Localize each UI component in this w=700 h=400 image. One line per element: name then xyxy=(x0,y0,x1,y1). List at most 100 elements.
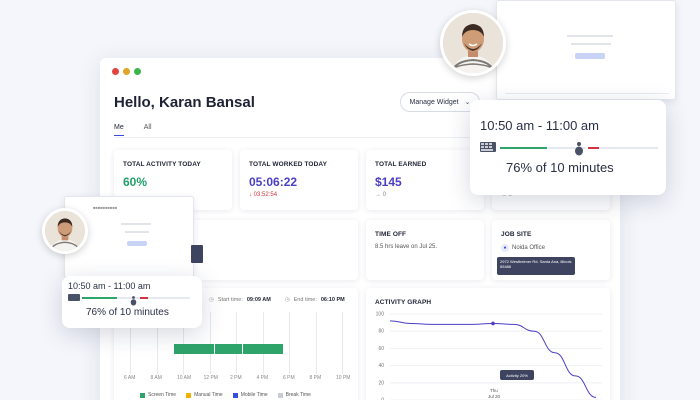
preview-side-tooltip xyxy=(191,245,203,263)
activity-value: 60% xyxy=(123,175,148,189)
start-time-value: 09:09 AM xyxy=(246,297,271,303)
legend-item: Mobile Time xyxy=(232,391,268,399)
time-off-card: TIME OFF 8.5 hrs leave on Jul 25. xyxy=(366,220,484,280)
avatar[interactable] xyxy=(42,208,88,254)
view-tabs: Me All xyxy=(114,124,152,136)
popup-activity-text: 76% of 10 minutes xyxy=(506,160,614,175)
mouse-progress-track xyxy=(140,297,190,299)
start-time-label: Start time: xyxy=(217,297,243,303)
time-off-text: 8.5 hrs leave on Jul 25. xyxy=(375,244,438,250)
close-dot[interactable] xyxy=(112,68,119,75)
tab-me[interactable]: Me xyxy=(114,124,124,136)
job-site-office-name: Noida Office xyxy=(512,245,545,251)
activity-y-tick: 60 xyxy=(378,346,384,352)
timeline-gridline xyxy=(342,312,343,374)
earned-label: TOTAL EARNED xyxy=(375,161,427,168)
timeline-gridline xyxy=(262,312,264,374)
timeline-header: ◷ Start time: 09:09 AM ◷ End time: 06:10… xyxy=(209,297,345,303)
legend-item: Screen Time xyxy=(140,391,176,399)
activity-y-tick: 20 xyxy=(378,380,384,386)
activity-y-tick: 100 xyxy=(376,312,385,318)
avatar[interactable] xyxy=(440,10,506,76)
manage-widget-button[interactable]: Manage Widget ⌄ xyxy=(400,92,480,112)
left-activity-popup: 10:50 am - 11:00 am 76% of 10 minutes xyxy=(62,276,202,328)
timeline-tick: 10 PM xyxy=(336,375,351,381)
worked-delta-value: 03:52:54 xyxy=(253,192,278,198)
job-site-card: JOB SITE ● Noida Office 2972 Westheimer … xyxy=(492,220,610,280)
popup-activity-text: 76% of 10 minutes xyxy=(86,307,169,318)
activity-label: TOTAL ACTIVITY TODAY xyxy=(123,161,201,168)
maximize-dot[interactable] xyxy=(134,68,141,75)
activity-y-tick: 40 xyxy=(378,363,384,369)
popup-time-range: 10:50 am - 11:00 am xyxy=(68,281,151,291)
earned-delta: → 0 xyxy=(375,192,386,198)
right-screenshot-preview[interactable] xyxy=(496,0,676,100)
legend-label: Manual Time xyxy=(194,392,223,398)
activity-y-tick: 80 xyxy=(378,329,384,335)
timeline-tick: 6 AM xyxy=(124,375,136,381)
legend-swatch xyxy=(186,392,192,398)
timeline-gridline xyxy=(289,312,290,374)
legend-item: Break Time xyxy=(277,391,311,399)
legend-label: Break Time xyxy=(285,392,311,398)
job-site-label: JOB SITE xyxy=(501,231,532,238)
timeline-gridline xyxy=(315,312,317,374)
time-off-label: TIME OFF xyxy=(375,231,407,238)
keyboard-progress-fill xyxy=(82,297,118,299)
mouse-progress-fill xyxy=(140,297,148,299)
legend-label: Screen Time xyxy=(148,392,177,398)
earned-card: TOTAL EARNED $145 → 0 xyxy=(366,150,484,210)
keyboard-progress-fill xyxy=(500,147,548,149)
activity-tooltip: Activity 20% xyxy=(500,370,534,380)
x-axis-date: Jul 20 xyxy=(488,394,501,399)
timeline-tick: 4 PM xyxy=(256,375,269,381)
popup-time-range: 10:50 am - 11:00 am xyxy=(480,118,599,133)
legend-item: Manual Time xyxy=(186,391,223,399)
activity-graph-card: ACTIVITY GRAPH 100806040200 Activity 20%… xyxy=(366,288,610,400)
legend-swatch xyxy=(140,392,145,398)
page-title: Hello, Karan Bansal xyxy=(114,94,255,111)
x-axis-day: Thu xyxy=(490,388,498,393)
timeline-legend: Screen Time Manual Time Mobile Time Break T… xyxy=(140,391,340,399)
arrow-right-icon: → xyxy=(375,192,381,198)
worked-value: 05:06:22 xyxy=(249,175,298,189)
activity-chart: 100806040200 xyxy=(376,312,602,400)
screen-time-bar[interactable] xyxy=(215,344,242,354)
worked-card: TOTAL WORKED TODAY 05:06:22 ↓ 03:52:54 xyxy=(240,150,358,210)
arrow-down-icon: ↓ xyxy=(249,192,252,198)
job-site-address-tooltip: 2972 Westheimer Rd. Santa Ana, Illinois … xyxy=(497,257,575,275)
timeline-gridline xyxy=(236,312,237,374)
location-pin-icon: ● xyxy=(501,244,509,252)
keyboard-icon xyxy=(68,294,80,301)
earned-value: $145 xyxy=(375,175,402,189)
mouse-icon xyxy=(574,142,584,156)
timeline-tick: 10 AM xyxy=(177,375,192,381)
activity-point-marker[interactable] xyxy=(491,321,495,326)
clock-icon: ◷ xyxy=(284,297,290,303)
legend-label: Mobile Time xyxy=(240,392,268,398)
right-activity-popup: 10:50 am - 11:00 am 76% of 10 minutes xyxy=(470,100,666,195)
preview-title-text: ■■■■■■■■■■ xyxy=(93,205,118,210)
end-time-label: End time: xyxy=(293,297,317,303)
legend-swatch xyxy=(232,392,238,398)
mouse-progress-fill xyxy=(588,147,599,149)
window-controls xyxy=(112,68,141,75)
job-site-office: ● Noida Office xyxy=(501,244,545,252)
worked-label: TOTAL WORKED TODAY xyxy=(249,161,328,168)
mouse-progress-track xyxy=(588,147,658,149)
end-time-value: 06:10 PM xyxy=(320,297,345,303)
timeline-tick: 2 PM xyxy=(230,375,242,381)
clock-icon: ◷ xyxy=(209,297,214,303)
worked-delta: ↓ 03:52:54 xyxy=(249,192,277,198)
earned-delta-value: 0 xyxy=(382,192,387,198)
mouse-icon xyxy=(130,293,137,306)
screen-time-bar[interactable] xyxy=(243,344,283,354)
minimize-dot[interactable] xyxy=(123,68,130,75)
timeline-x-axis: 6 AM 8 AM 10 AM 12 PM 2 PM 4 PM 6 PM 8 PM 10 PM xyxy=(120,375,352,383)
timeline-tick: 6 PM xyxy=(283,375,295,381)
timeline-gridline xyxy=(209,312,211,374)
screen-time-bar[interactable] xyxy=(174,344,214,354)
timeline-tick: 8 AM xyxy=(150,375,162,381)
tab-all[interactable]: All xyxy=(144,124,152,136)
legend-swatch xyxy=(277,392,283,398)
